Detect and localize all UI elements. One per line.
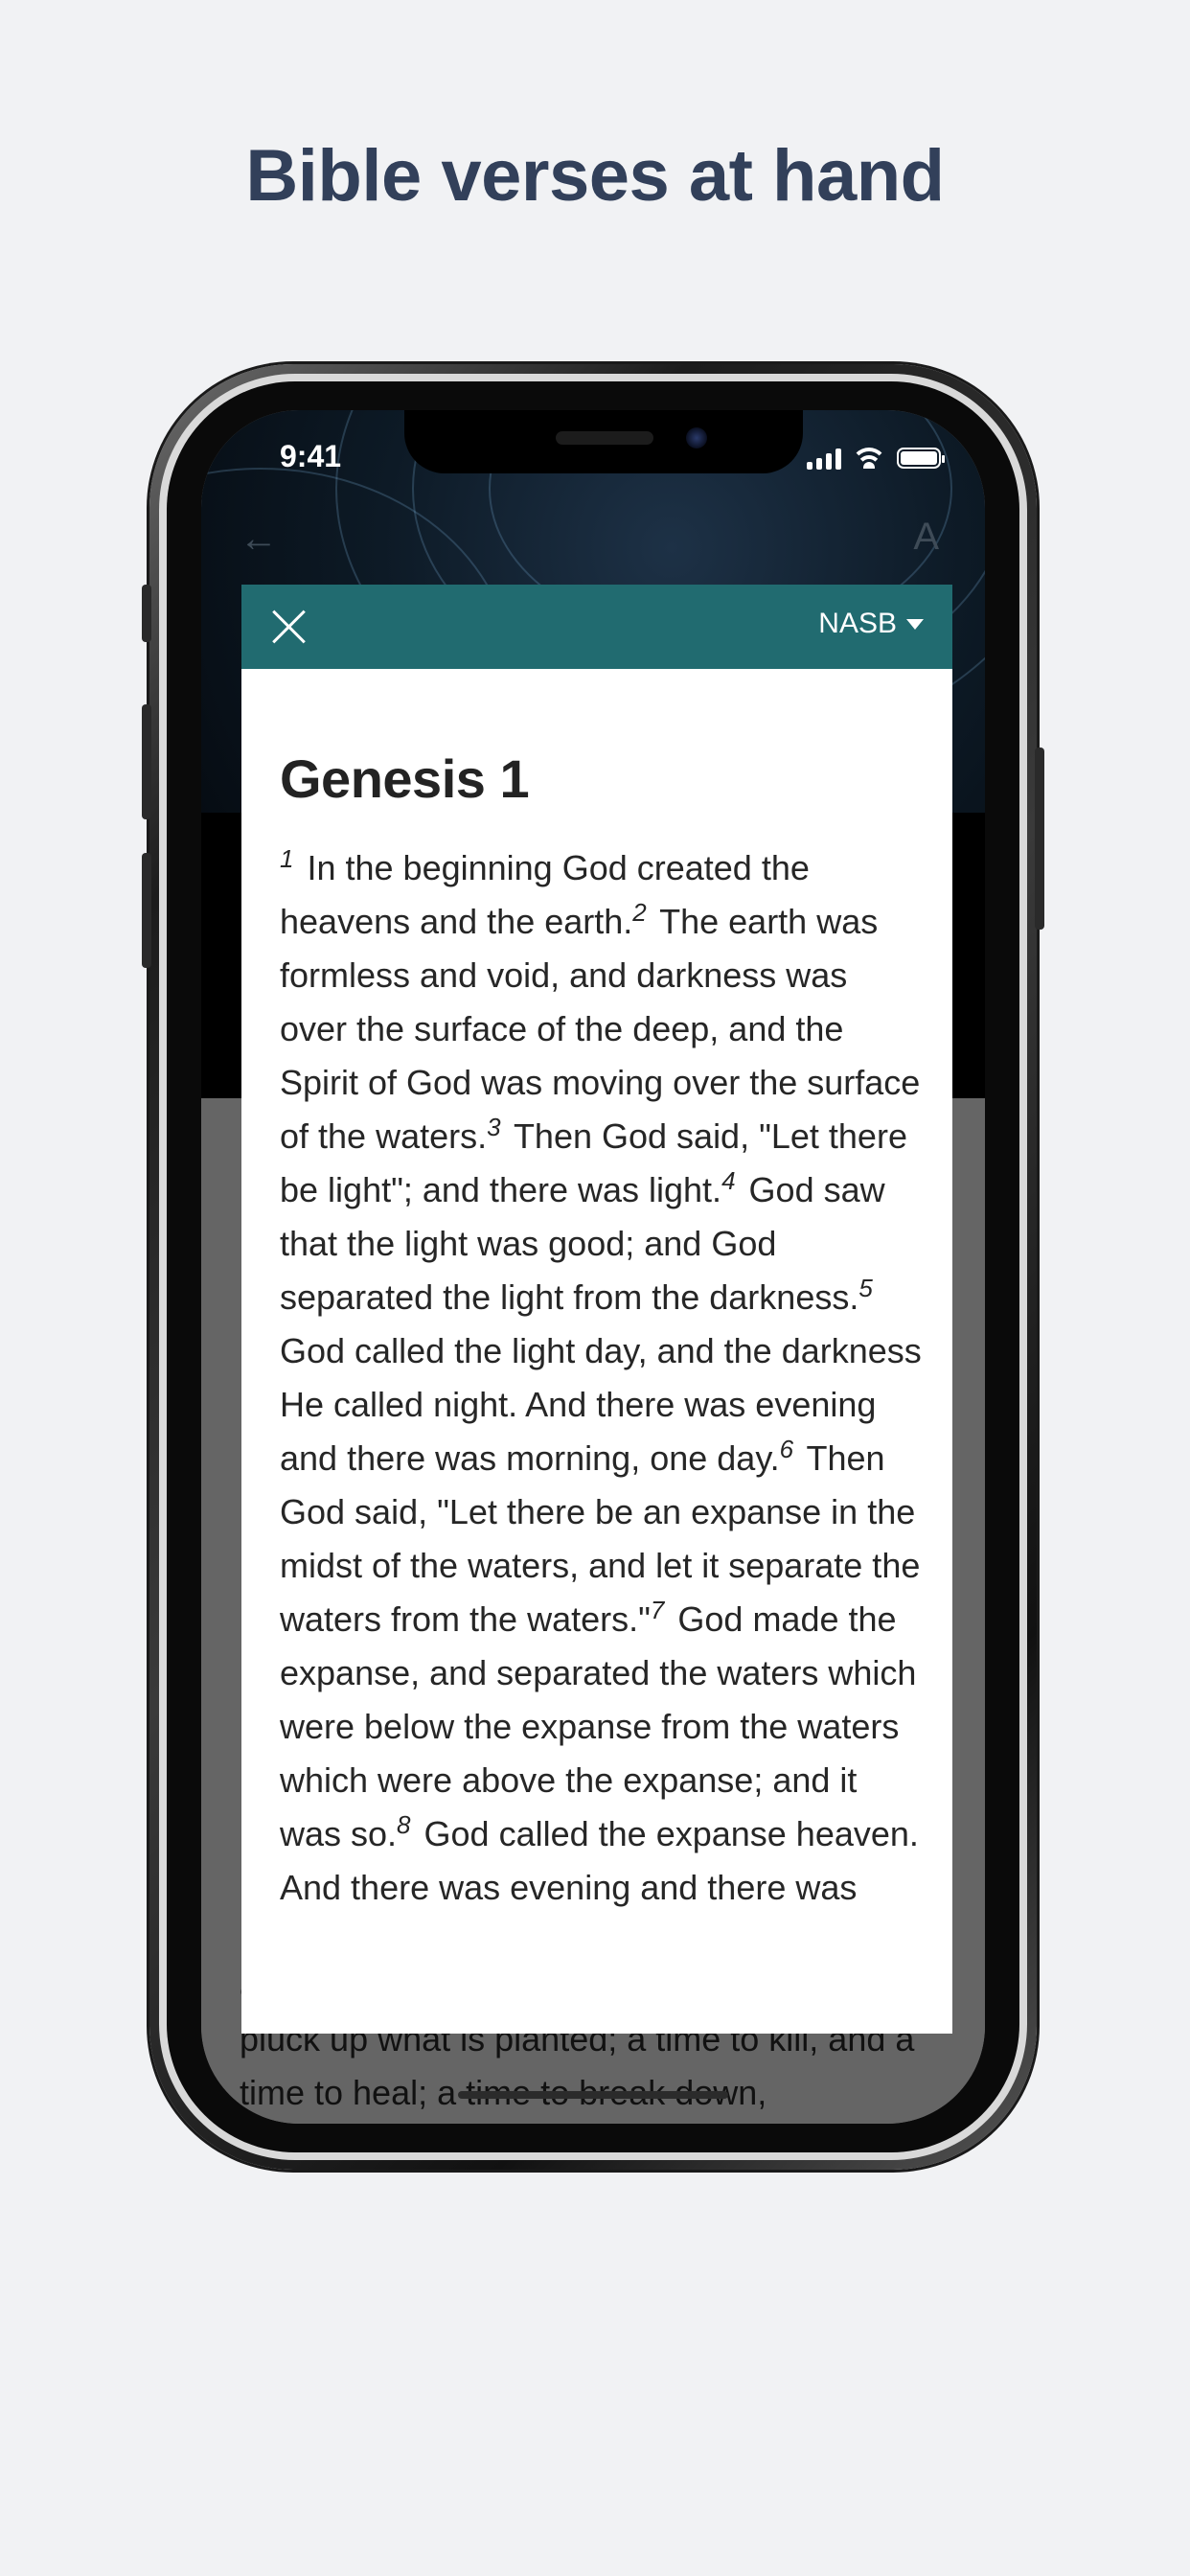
status-time: 9:41	[280, 439, 342, 473]
verse-number: 1	[280, 844, 294, 873]
back-arrow-icon: ←	[240, 518, 278, 560]
verse-number: 6	[779, 1435, 794, 1463]
verse-number: 8	[397, 1810, 411, 1839]
notch	[404, 410, 803, 473]
signal-icon	[807, 447, 841, 470]
volume-up-button	[142, 704, 151, 819]
home-indicator[interactable]	[458, 2091, 728, 2099]
passage-text: 1 In the beginning God created the heave…	[280, 841, 924, 1915]
mute-switch	[142, 585, 151, 642]
version-dropdown[interactable]: NASB	[818, 608, 924, 640]
verse-number: 2	[632, 898, 647, 927]
verse-number: 3	[487, 1113, 501, 1141]
front-camera	[686, 427, 707, 448]
popup-header: NASB	[241, 585, 952, 669]
volume-down-button	[142, 853, 151, 968]
chapter-title: Genesis 1	[280, 748, 530, 809]
speaker-grille	[556, 431, 653, 445]
battery-icon	[897, 448, 945, 469]
close-icon[interactable]	[270, 608, 309, 646]
font-size-icon: A	[913, 516, 939, 558]
page: Bible verses at hand ← A and a time to d…	[0, 0, 1190, 2576]
headline: Bible verses at hand	[245, 135, 945, 217]
verse-number: 4	[721, 1166, 736, 1195]
phone-frame: ← A and a time to die; a time to plant, …	[142, 364, 1044, 2170]
verse-popup: NASB Genesis 1 1 In the beginning God cr…	[241, 585, 952, 2034]
power-button	[1035, 748, 1044, 930]
wifi-icon	[855, 448, 883, 469]
version-label: NASB	[818, 608, 897, 639]
caret-down-icon	[906, 618, 924, 630]
phone-screen: ← A and a time to die; a time to plant, …	[201, 410, 985, 2124]
verse-number: 5	[858, 1274, 873, 1302]
verse-number: 7	[650, 1596, 665, 1624]
status-icons	[807, 447, 945, 470]
